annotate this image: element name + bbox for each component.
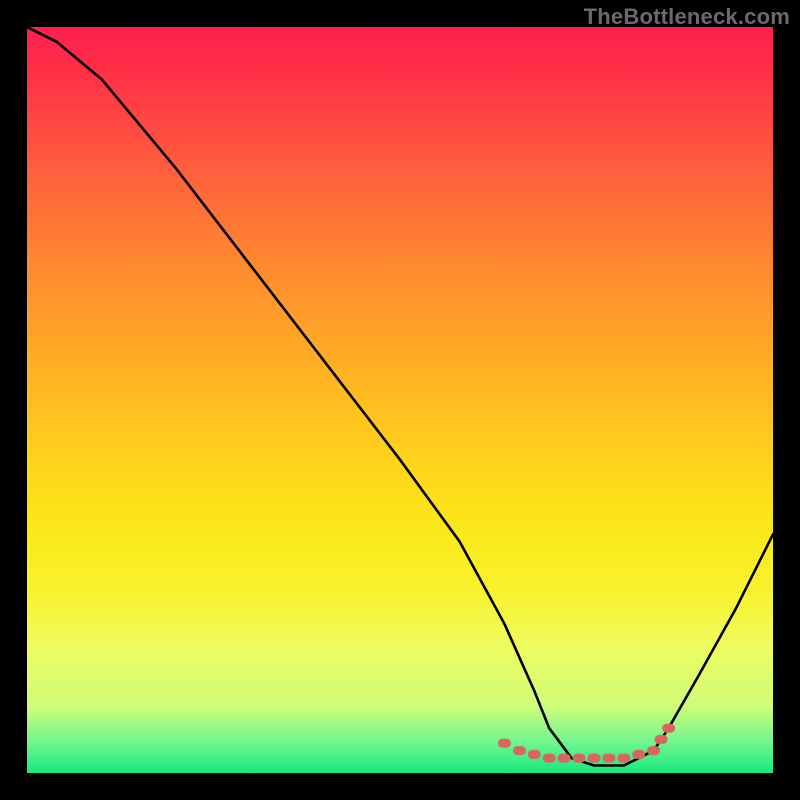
optimal-marker: [647, 746, 660, 755]
bottleneck-curve-path: [27, 27, 773, 766]
optimal-marker: [513, 746, 526, 755]
optimal-marker: [543, 754, 556, 763]
optimal-marker: [602, 754, 615, 763]
curve-group: [27, 27, 773, 766]
bottleneck-curve-svg: [27, 27, 773, 773]
optimal-marker: [588, 754, 601, 763]
optimal-marker: [662, 724, 675, 733]
optimal-band-markers-group: [498, 724, 675, 763]
optimal-marker: [558, 754, 571, 763]
optimal-marker: [655, 735, 668, 744]
optimal-marker: [498, 739, 511, 748]
chart-frame: TheBottleneck.com: [0, 0, 800, 800]
watermark-text: TheBottleneck.com: [584, 4, 790, 30]
optimal-marker: [617, 754, 630, 763]
plot-area: [27, 27, 773, 773]
optimal-marker: [573, 754, 586, 763]
optimal-marker: [632, 750, 645, 759]
optimal-marker: [528, 750, 541, 759]
